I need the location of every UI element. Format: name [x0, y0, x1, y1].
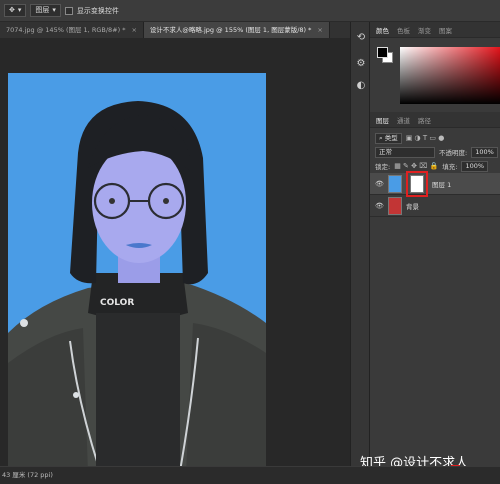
fill-input[interactable]: 100%	[461, 160, 489, 172]
close-icon[interactable]: ×	[131, 22, 136, 38]
document-size-text: 43 厘米 (72 ppi)	[2, 471, 53, 479]
shirt-text: COLOR	[100, 298, 134, 308]
visibility-eye-icon[interactable]: 👁	[375, 202, 384, 210]
visibility-eye-icon[interactable]: 👁	[375, 180, 384, 188]
tool-preset-picker[interactable]: ✥ ▾	[4, 4, 27, 17]
auto-select-value: 图层	[35, 6, 50, 14]
kind-filter-dropdown[interactable]: ⌕ 类型	[375, 132, 402, 144]
opacity-input[interactable]: 100%	[471, 146, 498, 158]
move-tool-icon: ✥	[9, 6, 15, 14]
chevron-down-icon: ▾	[17, 6, 22, 14]
tab-channels[interactable]: 通道	[397, 115, 410, 125]
filter-row: ⌕ 类型 ▣ ◑ T ▭ ●	[370, 131, 500, 145]
color-panel-tabs: 颜色 色板 渐变 图案	[370, 22, 500, 38]
document-tabs: 7074.jpg @ 145% (图层 1, RGB/8#) * × 设计不求人…	[0, 22, 350, 38]
tab-document-1[interactable]: 7074.jpg @ 145% (图层 1, RGB/8#) * ×	[0, 22, 144, 38]
layer-thumbnail	[388, 174, 402, 193]
tab-document-2[interactable]: 设计不求人@略略.jpg @ 155% (图层 1, 图层蒙版/8) * ×	[143, 22, 330, 38]
options-bar: ✥ ▾ 图层 ▾ 显示变换控件	[0, 0, 500, 22]
tab-swatches[interactable]: 色板	[397, 25, 410, 35]
lock-row: 锁定: ▦ ✎ ✥ ⌧ 🔒 填充: 100%	[370, 159, 500, 173]
panel-icon-strip: ⟲ ⚙ ◐	[350, 22, 370, 466]
foreground-color-swatch[interactable]	[377, 47, 388, 58]
color-picker-field[interactable]	[400, 47, 500, 104]
layers-panel: 图层 通道 路径 ⌕ 类型 ▣ ◑ T ▭ ● 正常 不透明度: 100% 锁定…	[370, 112, 500, 217]
lock-icons[interactable]: ▦ ✎ ✥ ⌧ 🔒	[394, 162, 438, 170]
layer-thumbnail	[388, 196, 402, 215]
fill-label: 填充:	[442, 163, 458, 171]
portrait-illustration: COLOR	[8, 101, 266, 466]
canvas-area[interactable]: COLOR	[0, 38, 350, 466]
auto-select-dropdown[interactable]: 图层 ▾	[30, 4, 61, 17]
chevron-down-icon: ▾	[52, 6, 56, 14]
layer-row-background[interactable]: 👁 背景	[370, 195, 500, 217]
tab-layers[interactable]: 图层	[376, 115, 389, 125]
portrait-photo[interactable]: COLOR	[8, 73, 266, 466]
lock-label: 锁定:	[375, 163, 391, 171]
tab-label: 设计不求人@略略.jpg @ 155% (图层 1, 图层蒙版/8) *	[149, 26, 312, 34]
blend-mode-dropdown[interactable]: 正常	[375, 146, 435, 158]
kind-filter-value: 类型	[384, 133, 398, 142]
tab-gradients[interactable]: 渐变	[418, 25, 431, 35]
layer-name: 背景	[406, 202, 419, 211]
status-bar: 43 厘米 (72 ppi)	[0, 466, 500, 484]
close-icon[interactable]: ×	[317, 22, 322, 38]
opacity-label: 不透明度:	[439, 149, 468, 157]
layers-panel-tabs: 图层 通道 路径	[370, 112, 500, 128]
tab-patterns[interactable]: 图案	[439, 25, 452, 35]
blend-row: 正常 不透明度: 100%	[370, 145, 500, 159]
history-icon[interactable]: ⟲	[355, 32, 367, 44]
tab-paths[interactable]: 路径	[418, 115, 431, 125]
show-transform-checkbox[interactable]	[64, 6, 73, 15]
search-icon: ⌕	[379, 133, 383, 142]
filter-icons[interactable]: ▣ ◑ T ▭ ●	[406, 134, 445, 142]
tab-color[interactable]: 颜色	[376, 25, 389, 35]
tab-label: 7074.jpg @ 145% (图层 1, RGB/8#) *	[6, 26, 126, 34]
right-panel: 颜色 色板 渐变 图案 图层 通道 路径 ⌕ 类型 ▣ ◑ T ▭ ● 正常 不…	[360, 22, 500, 475]
layer-name: 图层 1	[432, 180, 452, 189]
properties-icon[interactable]: ⚙	[355, 58, 367, 70]
adjustments-icon[interactable]: ◐	[355, 80, 367, 92]
show-transform-label: 显示变换控件	[76, 6, 119, 15]
layer-row-layer1[interactable]: 👁 图层 1	[370, 170, 500, 197]
layer-mask-thumbnail[interactable]	[406, 170, 428, 197]
